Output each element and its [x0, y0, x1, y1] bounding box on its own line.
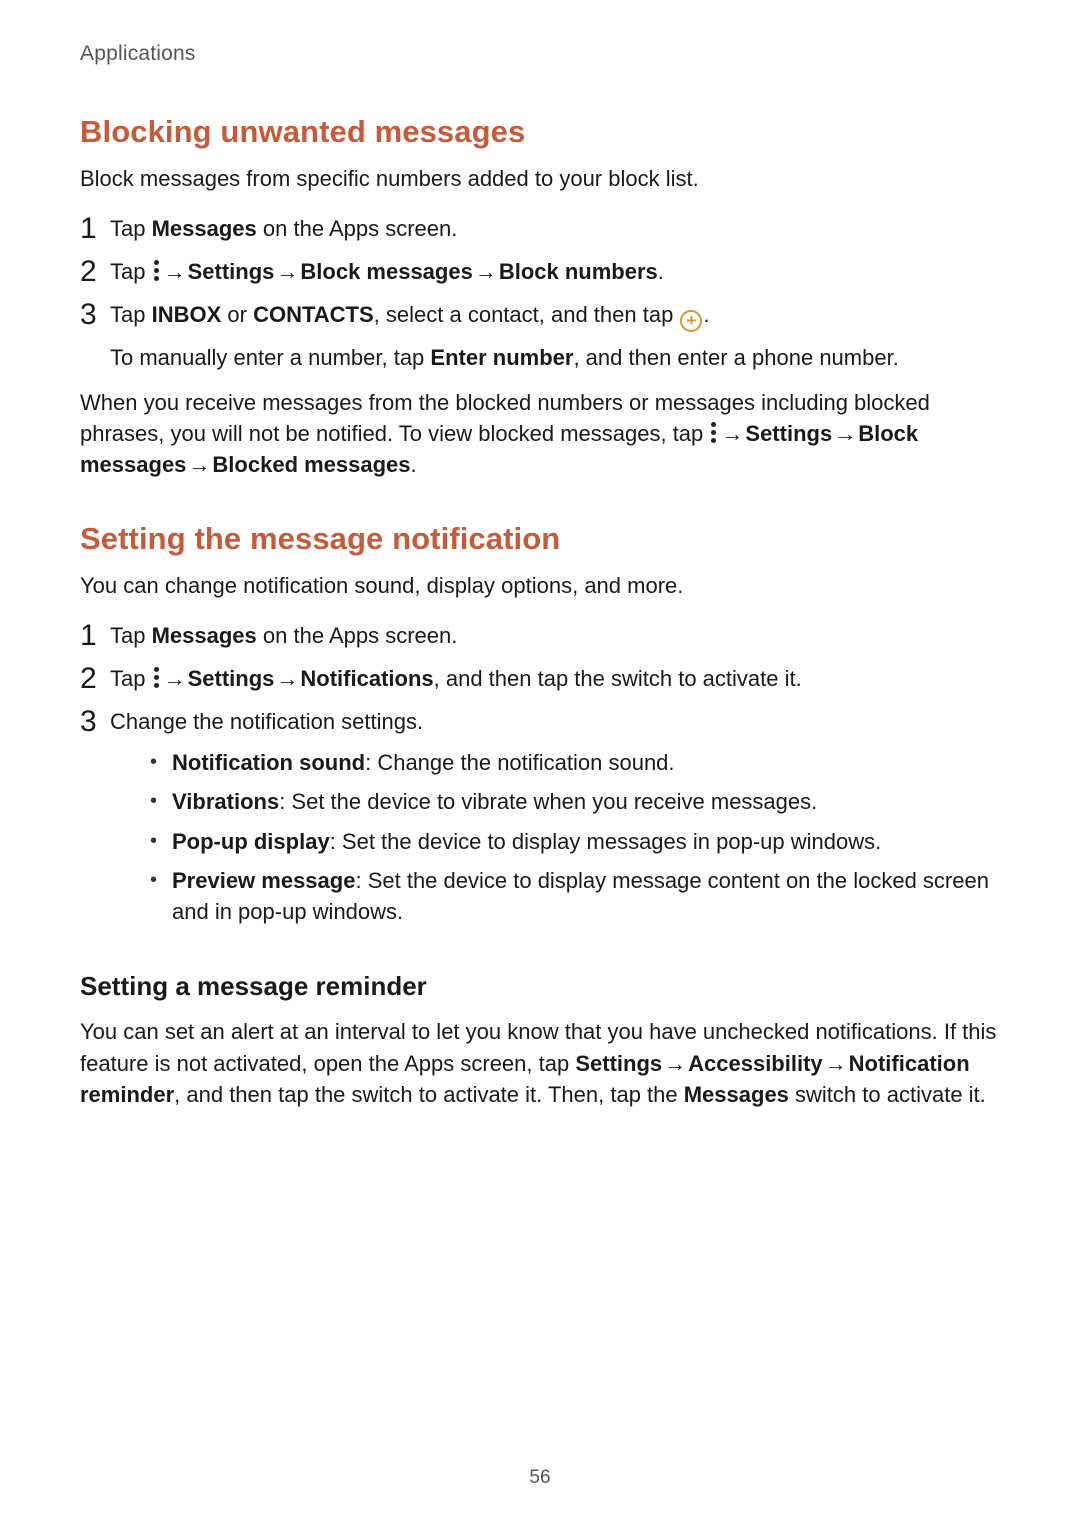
- step-text: , select a contact, and then tap: [374, 302, 680, 327]
- step-text: .: [703, 302, 709, 327]
- substep-text: , and then enter a phone number.: [573, 345, 898, 370]
- section2-step2: 2 Tap → Settings → Notifications, and th…: [80, 663, 1000, 694]
- list-item: Preview message: Set the device to displ…: [150, 865, 1000, 927]
- arrow: →: [823, 1048, 849, 1079]
- more-options-icon: [154, 667, 160, 689]
- bullet-label: Vibrations: [172, 789, 279, 814]
- para-bold: Accessibility: [688, 1051, 823, 1076]
- section2-lead: You can change notification sound, displ…: [80, 571, 1000, 602]
- step-number: 3: [80, 300, 110, 330]
- para-bold: Blocked messages: [212, 452, 410, 477]
- step-text: , and then tap the switch to activate it…: [434, 666, 802, 691]
- section1-step2: 2 Tap → Settings → Block messages → Bloc…: [80, 256, 1000, 287]
- notification-settings-list: Notification sound: Change the notificat…: [110, 747, 1000, 927]
- step-bold: CONTACTS: [253, 302, 374, 327]
- bullet-label: Notification sound: [172, 750, 365, 775]
- arrow: →: [473, 256, 499, 287]
- section3-para: You can set an alert at an interval to l…: [80, 1016, 1000, 1110]
- section1-lead: Block messages from specific numbers add…: [80, 164, 1000, 195]
- step-text: Tap: [110, 216, 152, 241]
- section1-step1: 1 Tap Messages on the Apps screen.: [80, 213, 1000, 244]
- para-text: switch to activate it.: [789, 1082, 986, 1107]
- page-number: 56: [0, 1467, 1080, 1489]
- para-bold: Settings: [745, 421, 832, 446]
- list-item: Pop-up display: Set the device to displa…: [150, 826, 1000, 857]
- para-bold: Messages: [684, 1082, 789, 1107]
- step-bold: INBOX: [152, 302, 222, 327]
- more-options-icon: [154, 260, 160, 282]
- plus-circle-icon: +: [680, 310, 702, 332]
- step-bold: Settings: [188, 666, 275, 691]
- section-title-blocking: Blocking unwanted messages: [80, 114, 1000, 150]
- arrow: →: [832, 418, 858, 449]
- arrow: →: [186, 449, 212, 480]
- arrow: →: [162, 663, 188, 694]
- subhead-reminder: Setting a message reminder: [80, 971, 1000, 1002]
- step-text: .: [658, 259, 664, 284]
- section1-followup: When you receive messages from the block…: [80, 387, 1000, 481]
- para-bold: Settings: [575, 1051, 662, 1076]
- step-bold: Block messages: [300, 259, 472, 284]
- step-bold: Messages: [152, 623, 257, 648]
- bullet-text: : Set the device to display messages in …: [330, 829, 882, 854]
- list-item: Vibrations: Set the device to vibrate wh…: [150, 786, 1000, 817]
- arrow: →: [162, 256, 188, 287]
- step-number: 2: [80, 664, 110, 694]
- step-text: or: [221, 302, 253, 327]
- bullet-label: Pop-up display: [172, 829, 330, 854]
- step-number: 1: [80, 214, 110, 244]
- step-bold: Block numbers: [499, 259, 658, 284]
- bullet-label: Preview message: [172, 868, 355, 893]
- section1-step3: 3 Tap INBOX or CONTACTS, select a contac…: [80, 299, 1000, 373]
- step-number: 1: [80, 621, 110, 651]
- substep-text: To manually enter a number, tap: [110, 345, 430, 370]
- step-number: 2: [80, 257, 110, 287]
- list-item: Notification sound: Change the notificat…: [150, 747, 1000, 778]
- step-text: Change the notification settings.: [110, 709, 423, 734]
- para-text: , and then tap the switch to activate it…: [174, 1082, 684, 1107]
- step-text: on the Apps screen.: [257, 623, 458, 648]
- arrow: →: [274, 663, 300, 694]
- step-text: Tap: [110, 666, 152, 691]
- arrow: →: [719, 418, 745, 449]
- step-text: Tap: [110, 623, 152, 648]
- section2-step3: 3 Change the notification settings. Noti…: [80, 706, 1000, 935]
- step-number: 3: [80, 707, 110, 737]
- arrow: →: [274, 256, 300, 287]
- section2-step1: 1 Tap Messages on the Apps screen.: [80, 620, 1000, 651]
- section-title-notification: Setting the message notification: [80, 521, 1000, 557]
- step-bold: Notifications: [300, 666, 433, 691]
- para-text: .: [411, 452, 417, 477]
- arrow: →: [662, 1048, 688, 1079]
- bullet-text: : Set the device to vibrate when you rec…: [279, 789, 817, 814]
- more-options-icon: [711, 422, 717, 444]
- bullet-text: : Change the notification sound.: [365, 750, 674, 775]
- step-text: Tap: [110, 259, 152, 284]
- step-text: on the Apps screen.: [257, 216, 458, 241]
- step-bold: Settings: [188, 259, 275, 284]
- step-text: Tap: [110, 302, 152, 327]
- step-bold: Messages: [152, 216, 257, 241]
- substep-bold: Enter number: [430, 345, 573, 370]
- page-header: Applications: [80, 42, 1000, 66]
